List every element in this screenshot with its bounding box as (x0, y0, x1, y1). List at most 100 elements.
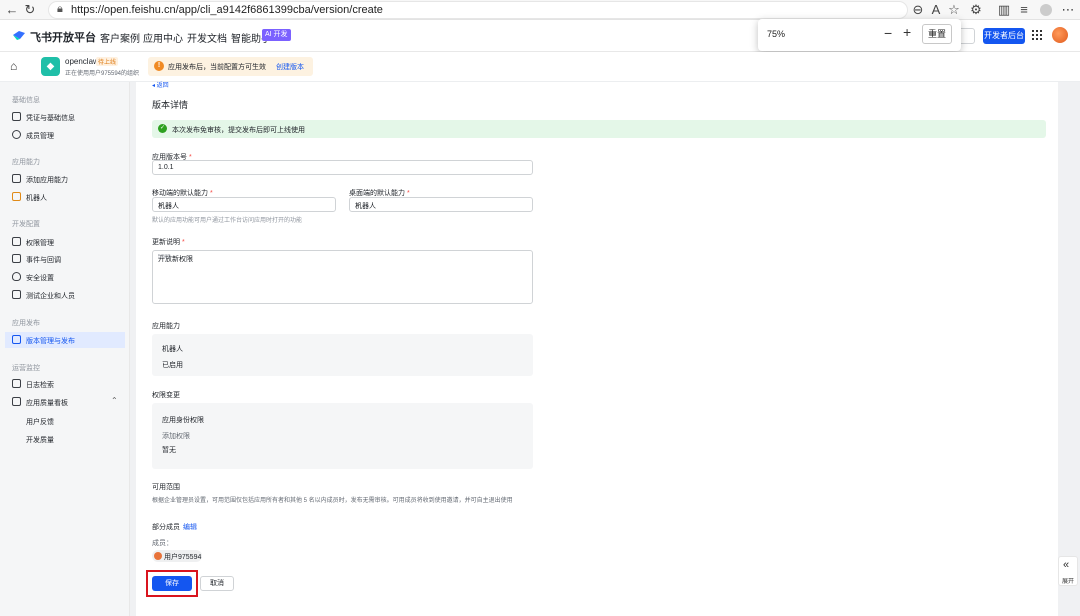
double-chevron-left-icon: « (1063, 559, 1070, 571)
success-text: 本次发布免审核，提交发布后即可上线使用 (172, 127, 305, 134)
permission-changes-title: 权限变更 (152, 392, 180, 399)
publish-notice: ! 应用发布后，当前配置方可生效 创建版本 (148, 57, 313, 76)
dev-console-button[interactable]: 开发者后台 (983, 28, 1025, 44)
sidebar-item-version-publish[interactable]: 版本管理与发布 (5, 332, 125, 348)
split-screen-icon[interactable]: ▥ (996, 2, 1012, 18)
back-arrow-icon[interactable]: ← (4, 2, 20, 18)
url-text: https://open.feishu.cn/app/cli_a9142f686… (71, 4, 383, 16)
app-status-badge: 待上线 (96, 57, 119, 66)
sidebar-item-label: 添加应用能力 (26, 177, 68, 184)
warning-icon: ! (154, 61, 164, 71)
sidebar-group-ops: 运营监控 (12, 365, 40, 372)
sidebar-item-members[interactable]: 成员管理 (5, 127, 125, 143)
more-icon[interactable]: ⋯ (1060, 2, 1076, 18)
sidebar-item-quality[interactable]: 应用质量看板 ⌃ (5, 394, 125, 410)
cancel-button[interactable]: 取消 (200, 576, 234, 591)
expand-label: 展开 (1062, 579, 1075, 585)
scope-edit-link[interactable]: 编辑 (183, 522, 197, 532)
test-users-icon (12, 290, 21, 299)
members-icon (12, 130, 21, 139)
sidebar-item-logs[interactable]: 日志检索 (5, 376, 125, 392)
chevron-up-icon[interactable]: ⌃ (111, 396, 118, 405)
sidebar-item-test-users[interactable]: 测试企业和人员 (5, 287, 125, 303)
user-avatar[interactable] (1052, 27, 1068, 43)
profile-icon[interactable] (1040, 4, 1052, 16)
capability-state: 已启用 (162, 362, 183, 369)
lock-icon: 🔒︎ (57, 3, 63, 15)
sidebar-group-capability: 应用能力 (12, 159, 40, 166)
chevron-down-icon: ⌄ (355, 199, 362, 208)
feishu-logo-icon (13, 31, 25, 40)
read-aloud-icon[interactable]: A (928, 2, 944, 18)
sidebar-group-dev: 开发配置 (12, 221, 40, 228)
mobile-capability-select[interactable]: 机器人 ⌄ (152, 197, 336, 212)
back-link[interactable]: ◂ 返回 (152, 80, 169, 89)
permission-changes-box: 应用身份权限 添加权限 暂无 (152, 403, 533, 469)
capabilities-title: 应用能力 (152, 323, 180, 330)
sidebar-item-bot[interactable]: 机器人 (5, 189, 125, 205)
collections-icon[interactable]: ≡ (1016, 2, 1032, 18)
permission-added-value: 暂无 (162, 447, 176, 454)
zoom-icon[interactable]: ⊖ (910, 2, 926, 18)
check-icon: ✓ (158, 124, 167, 133)
sidebar-group-basic: 基础信息 (12, 97, 40, 104)
char-count: 5/500 (158, 254, 171, 260)
nav-cases[interactable]: 客户案例 (100, 30, 140, 45)
sidebar-subitem-dev-quality[interactable]: 开发质量 (26, 435, 54, 445)
update-notes-label: 更新说明 * (152, 239, 185, 246)
sidebar-item-label: 成员管理 (26, 133, 54, 140)
scope-description: 根据企业管理员设置，可用范围仅包括应用所有者和其他 5 名以内成员时，发布无需审… (152, 498, 513, 504)
apps-grid-icon[interactable] (1032, 30, 1042, 40)
members-label: 成员： (152, 540, 173, 547)
zoom-popup: 75% − + 重置 (758, 19, 961, 51)
version-icon (12, 335, 21, 344)
update-notes-textarea[interactable]: 开放新权限 5/500 (152, 250, 533, 304)
ai-badge: AI 开发 (262, 29, 291, 41)
create-version-link[interactable]: 创建版本 (276, 62, 304, 72)
brand-name[interactable]: 飞书开放平台 (30, 29, 96, 45)
app-name[interactable]: openclaw (65, 57, 99, 66)
zoom-in-button[interactable]: + (903, 24, 911, 40)
page-title: 版本详情 (152, 100, 189, 110)
add-capability-icon (12, 174, 21, 183)
sidebar-subitem-feedback[interactable]: 用户反馈 (26, 417, 54, 427)
favorite-star-icon[interactable]: ☆ (946, 2, 962, 18)
reload-icon[interactable]: ↻ (22, 2, 38, 18)
bot-icon (12, 192, 21, 201)
sidebar: 基础信息 凭证与基础信息 成员管理 应用能力 添加应用能力 机器人 开发配置 权… (0, 82, 130, 616)
browser-toolbar: ← ↻ 🔒︎ https://open.feishu.cn/app/cli_a9… (0, 0, 1080, 20)
events-icon (12, 254, 21, 263)
sidebar-item-security[interactable]: 安全设置 (5, 269, 125, 285)
sidebar-item-add-capability[interactable]: 添加应用能力 (5, 171, 125, 187)
logs-icon (12, 379, 21, 388)
version-input[interactable]: 1.0.1 (152, 160, 533, 175)
sidebar-item-label: 凭证与基础信息 (26, 115, 75, 122)
scope-mode: 部分成员 (152, 524, 180, 531)
sidebar-item-label: 版本管理与发布 (26, 338, 75, 345)
chevron-down-icon: ⌄ (158, 199, 165, 208)
success-banner: ✓ 本次发布免审核，提交发布后即可上线使用 (152, 120, 1046, 138)
notice-text: 应用发布后，当前配置方可生效 (168, 64, 266, 71)
zoom-reset-button[interactable]: 重置 (922, 24, 952, 44)
sidebar-item-label: 事件与回调 (26, 257, 61, 264)
sidebar-item-label: 机器人 (26, 195, 47, 202)
zoom-out-button[interactable]: − (884, 25, 892, 41)
sidebar-item-label: 安全设置 (26, 275, 54, 282)
permission-type: 应用身份权限 (162, 417, 204, 424)
expand-panel-button[interactable]: « 展开 (1058, 556, 1078, 586)
home-icon[interactable]: ⌂ (10, 59, 17, 73)
nav-app-center[interactable]: 应用中心 (143, 30, 183, 45)
sidebar-item-credentials[interactable]: 凭证与基础信息 (5, 109, 125, 125)
app-org-subtitle: 正在使用用户975594的组织 (65, 71, 140, 77)
address-bar[interactable]: 🔒︎ https://open.feishu.cn/app/cli_a9142f… (48, 1, 908, 19)
capabilities-box: 机器人 已启用 (152, 334, 533, 376)
nav-docs[interactable]: 开发文档 (187, 30, 227, 45)
extensions-icon[interactable]: ⚙ (968, 2, 984, 18)
save-button[interactable]: 保存 (152, 576, 192, 591)
sidebar-item-permissions[interactable]: 权限管理 (5, 234, 125, 250)
desktop-capability-select[interactable]: 机器人 ⌄ (349, 197, 533, 212)
capability-hint: 默认的应用功能可用户通过工作台访问应用时打开的功能 (152, 218, 303, 224)
sidebar-item-events[interactable]: 事件与回调 (5, 251, 125, 267)
shield-icon (12, 272, 21, 281)
member-name: 用户975594 (164, 554, 202, 561)
